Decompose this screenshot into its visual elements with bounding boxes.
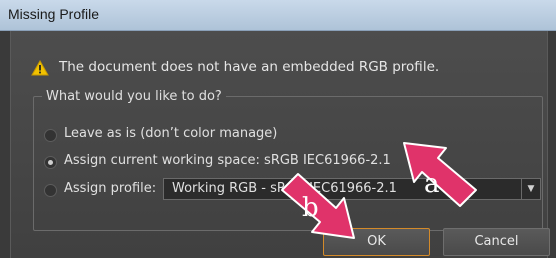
annotation-arrow-a: a xyxy=(403,142,477,207)
chevron-down-icon[interactable]: ▼ xyxy=(521,179,540,199)
missing-profile-window: Missing Profile The document does not ha… xyxy=(0,0,556,258)
message-text: The document does not have an embedded R… xyxy=(59,59,440,75)
option-label: Assign current working space: sRGB IEC61… xyxy=(64,153,391,168)
option-label: Leave as is (don’t color manage) xyxy=(64,126,278,141)
radio-assign-working-space[interactable] xyxy=(44,156,57,169)
option-label: Assign profile: xyxy=(64,181,157,196)
window-title: Missing Profile xyxy=(8,6,100,22)
annotation-label-b: b xyxy=(302,193,319,223)
title-bar[interactable]: Missing Profile xyxy=(0,0,556,31)
cancel-button[interactable]: Cancel xyxy=(443,228,550,256)
annotation-label-a: a xyxy=(424,169,440,199)
options-legend: What would you like to do? xyxy=(46,89,222,104)
radio-leave-as-is[interactable] xyxy=(44,129,57,142)
radio-assign-profile[interactable] xyxy=(44,184,57,197)
warning-icon xyxy=(31,60,49,76)
annotation-arrow-b: b xyxy=(281,173,355,239)
